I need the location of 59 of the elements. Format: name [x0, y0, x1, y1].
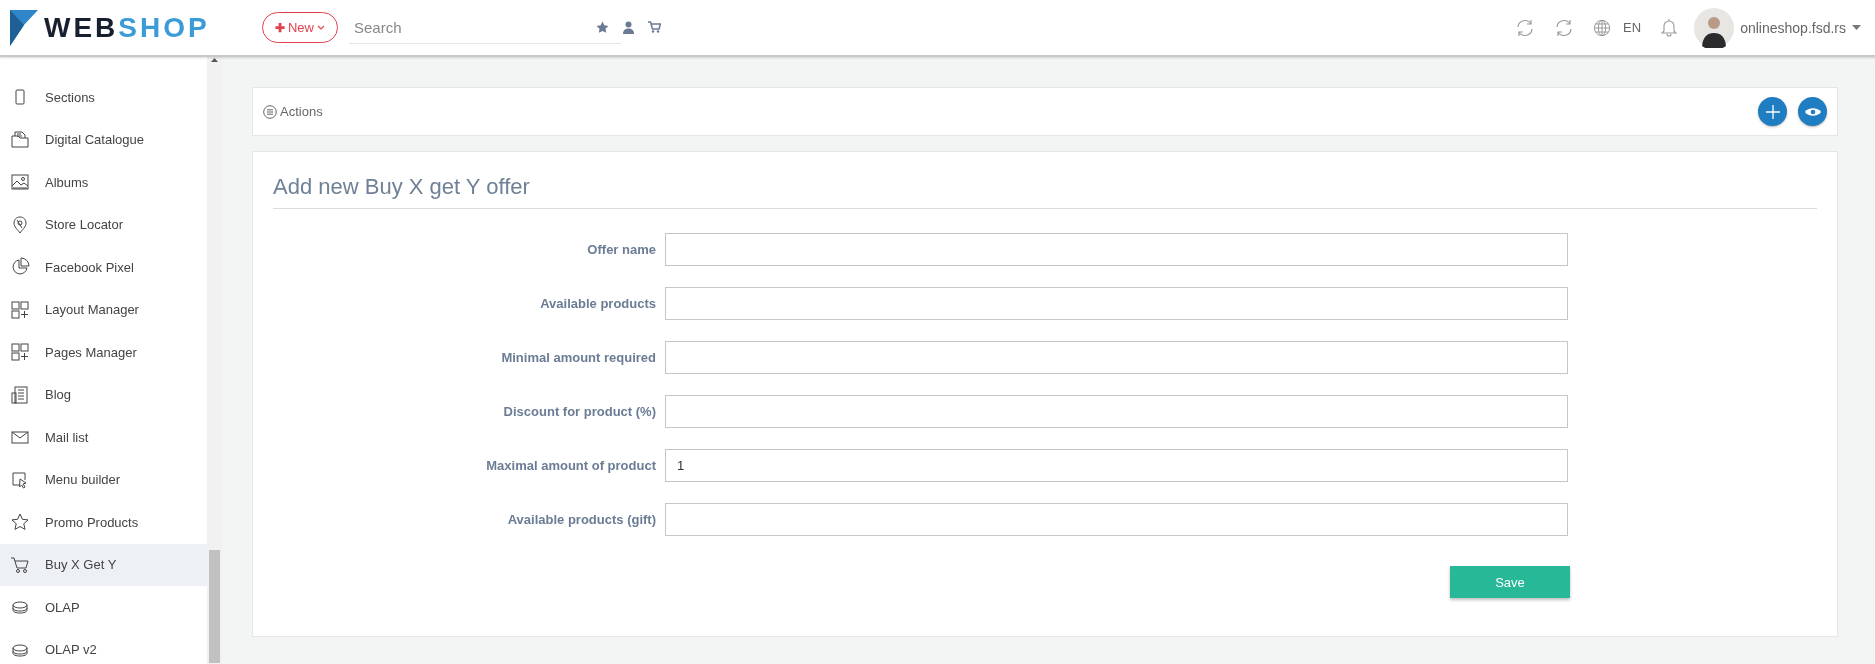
input-field[interactable] — [665, 287, 1568, 320]
user-icon[interactable] — [623, 20, 634, 34]
cart-icon — [10, 554, 30, 575]
account-name[interactable]: onlineshop.fsd.rs — [1740, 19, 1846, 36]
sidebar-item[interactable]: Blog — [0, 373, 207, 416]
sidebar-item[interactable]: Facebook Pixel — [0, 246, 207, 289]
scrollbar[interactable] — [207, 57, 222, 664]
grid-icon — [10, 299, 30, 320]
sidebar-item[interactable]: Promo Products — [0, 501, 207, 544]
sidebar-item[interactable]: Menu builder — [0, 458, 207, 501]
refresh-icon[interactable] — [1554, 17, 1575, 38]
field-label: Minimal amount required — [500, 350, 656, 365]
newspaper-icon — [10, 384, 30, 405]
avatar[interactable] — [1694, 7, 1735, 48]
cart-icon[interactable] — [648, 21, 661, 33]
field-label: Available products (gift) — [506, 512, 656, 527]
input-field[interactable] — [665, 395, 1568, 428]
form-title: Add new Buy X get Y offer — [273, 174, 1817, 209]
search-field[interactable]: Search — [349, 18, 544, 36]
bell-icon[interactable] — [1661, 18, 1678, 37]
chevron-icon — [317, 24, 325, 31]
field-label: Offer name — [586, 242, 656, 257]
language-selector[interactable]: EN — [1623, 20, 1642, 35]
folder-icon — [10, 129, 30, 150]
field-label: Discount for product (%) — [502, 404, 656, 419]
logo-icon — [10, 9, 38, 46]
globe-icon[interactable] — [1593, 18, 1612, 37]
new-button[interactable]: ✚ New — [262, 12, 338, 43]
add-button[interactable] — [1758, 97, 1787, 126]
sidebar-item[interactable]: Pages Manager — [0, 331, 207, 374]
map-pin-icon — [10, 214, 30, 235]
input-field[interactable]: 1 — [665, 449, 1568, 482]
star-icon[interactable] — [596, 20, 609, 34]
star-icon — [10, 512, 30, 533]
sidebar-item[interactable]: Buy X Get Y — [0, 543, 207, 586]
sidebar-item[interactable]: Digital Catalogue — [0, 118, 207, 161]
plus-icon — [1765, 104, 1780, 119]
input-field[interactable] — [665, 503, 1568, 536]
actions-label[interactable]: Actions — [280, 104, 323, 119]
field-label: Maximal amount of product — [485, 458, 656, 473]
pie-chart-icon — [10, 257, 30, 278]
sidebar-item[interactable]: Store Locator — [0, 203, 207, 246]
caret-icon[interactable] — [1852, 24, 1861, 31]
logo-text: WEBSHOP — [44, 11, 210, 44]
eye-icon — [1804, 106, 1821, 117]
sidebar-item[interactable]: Mail list — [0, 416, 207, 459]
sidebar-item[interactable]: Sections — [0, 76, 207, 119]
image-icon — [10, 172, 30, 193]
menu-icon[interactable] — [263, 104, 277, 119]
view-button[interactable] — [1798, 97, 1827, 126]
input-field[interactable] — [665, 341, 1568, 374]
sidebar-item[interactable]: OLAP — [0, 586, 207, 629]
input-field[interactable] — [665, 233, 1568, 266]
grid-icon — [10, 342, 30, 363]
sidebar-item[interactable]: Albums — [0, 161, 207, 204]
field-label: Available products — [539, 296, 656, 311]
refresh-icon[interactable] — [1515, 17, 1536, 38]
sidebar-item[interactable]: OLAP v2 — [0, 628, 207, 664]
sidebar-item[interactable]: Layout Manager — [0, 288, 207, 331]
